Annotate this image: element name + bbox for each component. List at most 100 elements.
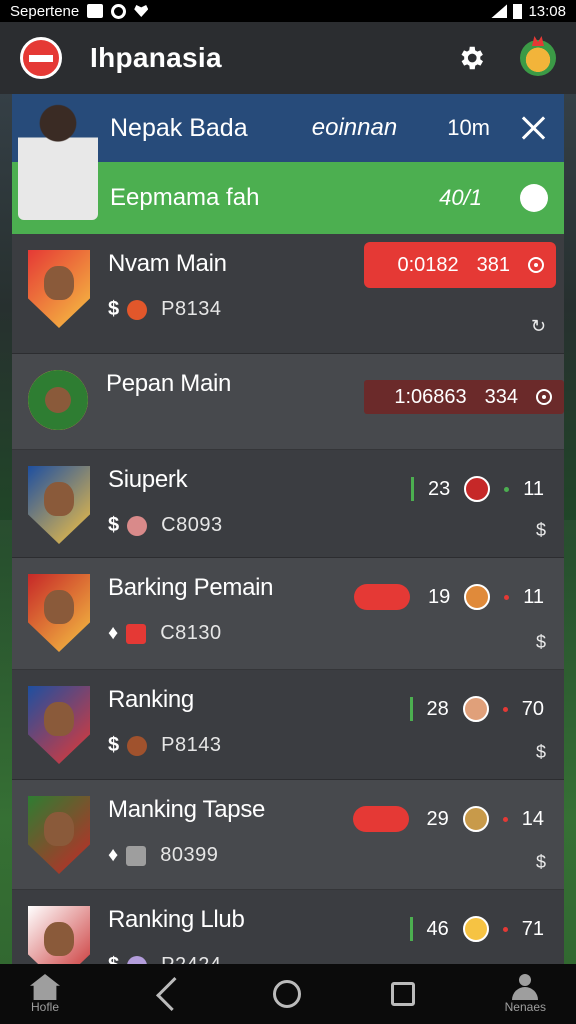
mini-crest-icon <box>462 916 489 942</box>
nav-profile[interactable]: Nenaes <box>505 974 546 1014</box>
dot-icon <box>502 816 508 822</box>
refresh-icon[interactable]: ↻ <box>531 316 546 337</box>
app-logo[interactable] <box>20 37 62 79</box>
score-right: 381 <box>476 253 510 276</box>
sync-icon <box>111 3 127 19</box>
row-code: C8093 <box>161 514 223 536</box>
score-pill[interactable]: 1:06863 334 <box>364 380 564 414</box>
dollar-icon: $ <box>108 954 119 964</box>
app-bar: Ihpanasia <box>0 22 576 94</box>
dollar-icon: $ <box>108 514 120 536</box>
stat-a: 46 <box>426 917 449 940</box>
row-code: P8134 <box>161 298 222 320</box>
badge-icon <box>126 845 147 866</box>
featured-player-subtitle: eoinnan <box>311 114 398 141</box>
stat-b: 70 <box>521 697 544 720</box>
club-crest <box>28 686 90 764</box>
badge-icon <box>127 955 148 964</box>
dot-icon <box>502 926 508 932</box>
club-crest <box>28 370 88 430</box>
trend-bar <box>409 697 413 721</box>
mini-crest-icon <box>464 584 491 610</box>
signal-icon <box>491 4 508 18</box>
clock-text: 13:08 <box>528 2 566 20</box>
club-crest <box>28 906 90 964</box>
dot-icon <box>504 486 510 492</box>
row-code: P2424 <box>161 954 221 964</box>
list-item[interactable]: Pepan Main 1:06863 334 <box>12 354 564 450</box>
dollar-action-icon[interactable]: $ <box>536 520 546 541</box>
red-progress-pill <box>352 806 409 832</box>
target-icon <box>536 389 552 405</box>
dot-icon <box>502 706 508 712</box>
back-icon[interactable] <box>155 977 190 1011</box>
featured-player-name: Nepak Bada <box>110 113 248 142</box>
recents-icon[interactable] <box>390 982 415 1006</box>
nav-profile-label: Nenaes <box>504 1000 546 1014</box>
featured-player-value: 10m <box>447 115 490 140</box>
list-item[interactable]: Siuperk $ C8093 23 11 $ <box>12 450 564 558</box>
dollar-action-icon[interactable]: $ <box>536 742 546 763</box>
stat-a: 28 <box>426 697 449 720</box>
target-icon <box>528 257 544 273</box>
avatar[interactable] <box>520 40 556 76</box>
promo-value: 40/1 <box>439 185 482 210</box>
list-item[interactable]: Manking Tapse ♦ 80399 29 14 $ <box>12 780 564 890</box>
notification-icon <box>87 4 104 18</box>
stat-b: 14 <box>521 807 544 830</box>
status-bar: Sepertene 13:08 <box>0 0 576 22</box>
home-circle-icon[interactable] <box>273 980 302 1008</box>
dollar-icon: ♦ <box>108 622 119 644</box>
row-code: C8130 <box>160 622 222 644</box>
badge-icon <box>127 515 148 536</box>
mini-crest-icon <box>464 476 491 502</box>
club-crest <box>28 250 90 328</box>
promo-label: Eepmama fah <box>110 184 260 211</box>
badge-icon <box>127 735 148 756</box>
bottom-navigation: Hofle Nenaes <box>0 964 576 1024</box>
list-item[interactable]: Ranking $ P8143 28 70 $ <box>12 670 564 780</box>
dollar-icon: ♦ <box>108 844 119 866</box>
player-photo <box>18 102 98 220</box>
red-progress-pill <box>353 584 410 610</box>
mini-crest-icon <box>462 806 489 832</box>
home-icon <box>30 974 60 1000</box>
dollar-action-icon[interactable]: $ <box>536 852 546 873</box>
close-icon[interactable] <box>520 115 546 141</box>
stat-a: 29 <box>426 807 449 830</box>
badge-icon <box>126 623 147 644</box>
promo-toggle[interactable] <box>520 184 548 212</box>
list-item[interactable]: Barking Pemain ♦ C8130 19 11 $ <box>12 558 564 670</box>
nav-home-label: Hofle <box>30 1000 59 1014</box>
trend-bar <box>409 917 413 941</box>
mini-crest-icon <box>462 696 489 722</box>
person-icon <box>510 974 540 1000</box>
carrier-text: Sepertene <box>10 2 80 20</box>
badge-icon <box>127 299 148 320</box>
list-item[interactable]: Ranking Llub $ P2424 46 71 <box>12 890 564 964</box>
club-crest <box>28 796 90 874</box>
ranking-list: Nepak Bada eoinnan 10m Eepmama fah 40/1 … <box>12 94 564 964</box>
stat-b: 71 <box>521 917 544 940</box>
club-crest <box>28 574 90 652</box>
dollar-icon: $ <box>108 298 120 320</box>
stat-a: 23 <box>427 477 451 500</box>
dollar-action-icon[interactable]: $ <box>536 632 546 653</box>
score-left: 0:0182 <box>397 253 459 276</box>
dollar-icon: $ <box>108 734 120 756</box>
score-pill[interactable]: 0:0182 381 <box>364 242 556 288</box>
dot-icon <box>504 594 510 600</box>
stat-a: 19 <box>427 585 451 608</box>
stat-b: 11 <box>523 585 544 608</box>
row-code: P8143 <box>161 734 222 756</box>
app-title: Ihpanasia <box>90 42 222 73</box>
wifi-icon <box>134 5 149 17</box>
score-left: 1:06863 <box>394 385 467 408</box>
club-crest <box>28 466 90 544</box>
nav-home[interactable]: Hofle <box>30 974 60 1014</box>
trend-bar <box>410 477 414 501</box>
battery-icon <box>513 3 523 19</box>
gear-icon[interactable] <box>456 43 486 73</box>
stat-b: 11 <box>523 477 544 500</box>
list-item[interactable]: Nvam Main $ P8134 0:0182 381 ↻ <box>12 234 564 354</box>
